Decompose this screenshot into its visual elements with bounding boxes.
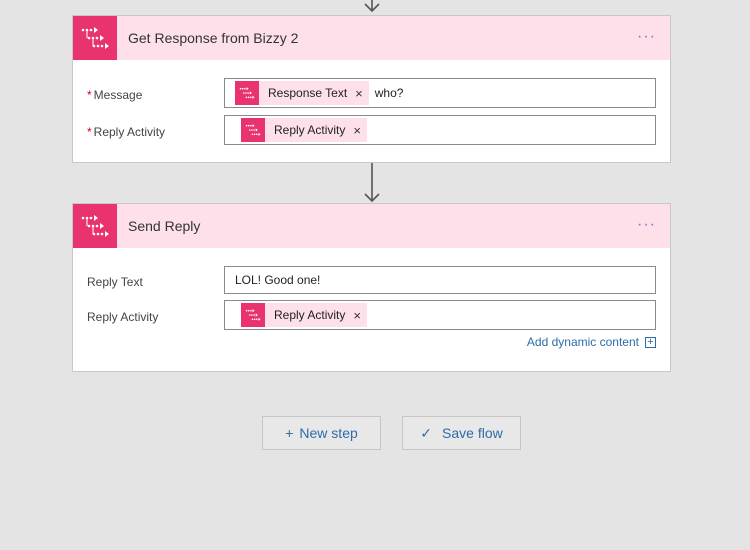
- field-label-reply-activity: * Reply Activity: [87, 125, 166, 139]
- token-label: Response Text: [268, 86, 348, 100]
- add-dynamic-content-label: Add dynamic content: [526, 335, 639, 349]
- remove-token-icon[interactable]: ×: [353, 123, 367, 138]
- reply-text-input[interactable]: LOL! Good one!: [224, 266, 656, 294]
- connector-arrow: [361, 163, 383, 203]
- field-label-message: * Message: [87, 88, 143, 102]
- remove-token-icon[interactable]: ×: [353, 308, 367, 323]
- flow-connector-icon: [73, 16, 117, 60]
- reply-activity-input[interactable]: Reply Activity ×: [224, 300, 656, 330]
- step-card-get-response: Get Response from Bizzy 2 ··· * Message R…: [72, 15, 671, 163]
- reply-activity-input[interactable]: Reply Activity ×: [224, 115, 656, 145]
- checkmark-icon: ✓: [420, 424, 433, 441]
- step-card-send-reply: Send Reply ··· Reply Text LOL! Good one!…: [72, 203, 671, 372]
- flow-connector-icon: [235, 81, 259, 105]
- field-label-reply-text: Reply Text: [87, 275, 143, 289]
- token-label: Reply Activity: [274, 123, 346, 137]
- step-title: Send Reply: [128, 218, 201, 234]
- required-marker: *: [87, 125, 92, 139]
- token-label: Reply Activity: [274, 308, 346, 322]
- flow-connector-icon: [241, 303, 265, 327]
- step-title: Get Response from Bizzy 2: [128, 30, 299, 46]
- reply-text-value: LOL! Good one!: [235, 273, 321, 287]
- remove-token-icon[interactable]: ×: [355, 86, 369, 101]
- message-text: who?: [374, 86, 404, 100]
- new-step-button[interactable]: + New step: [262, 416, 381, 450]
- plus-icon: +: [285, 425, 294, 441]
- plus-box-icon: +: [645, 336, 656, 348]
- connector-arrow-top: [361, 0, 383, 14]
- save-flow-label: Save flow: [442, 425, 503, 441]
- flow-connector-icon: [241, 118, 265, 142]
- dynamic-token-reply-activity[interactable]: Reply Activity ×: [241, 303, 367, 327]
- save-flow-button[interactable]: ✓ Save flow: [402, 416, 521, 450]
- step-header[interactable]: Get Response from Bizzy 2 ···: [73, 16, 670, 60]
- more-options-icon[interactable]: ···: [637, 16, 656, 60]
- dynamic-token-response-text[interactable]: Response Text ×: [235, 81, 369, 105]
- field-label-reply-activity: Reply Activity: [87, 310, 159, 324]
- add-dynamic-content-link[interactable]: Add dynamic content +: [527, 335, 656, 349]
- dynamic-token-reply-activity[interactable]: Reply Activity ×: [241, 118, 367, 142]
- flow-connector-icon: [73, 204, 117, 248]
- new-step-label: New step: [299, 425, 358, 441]
- required-marker: *: [87, 88, 92, 102]
- more-options-icon[interactable]: ···: [637, 204, 656, 248]
- step-header[interactable]: Send Reply ···: [73, 204, 670, 248]
- message-input[interactable]: Response Text × who?: [224, 78, 656, 108]
